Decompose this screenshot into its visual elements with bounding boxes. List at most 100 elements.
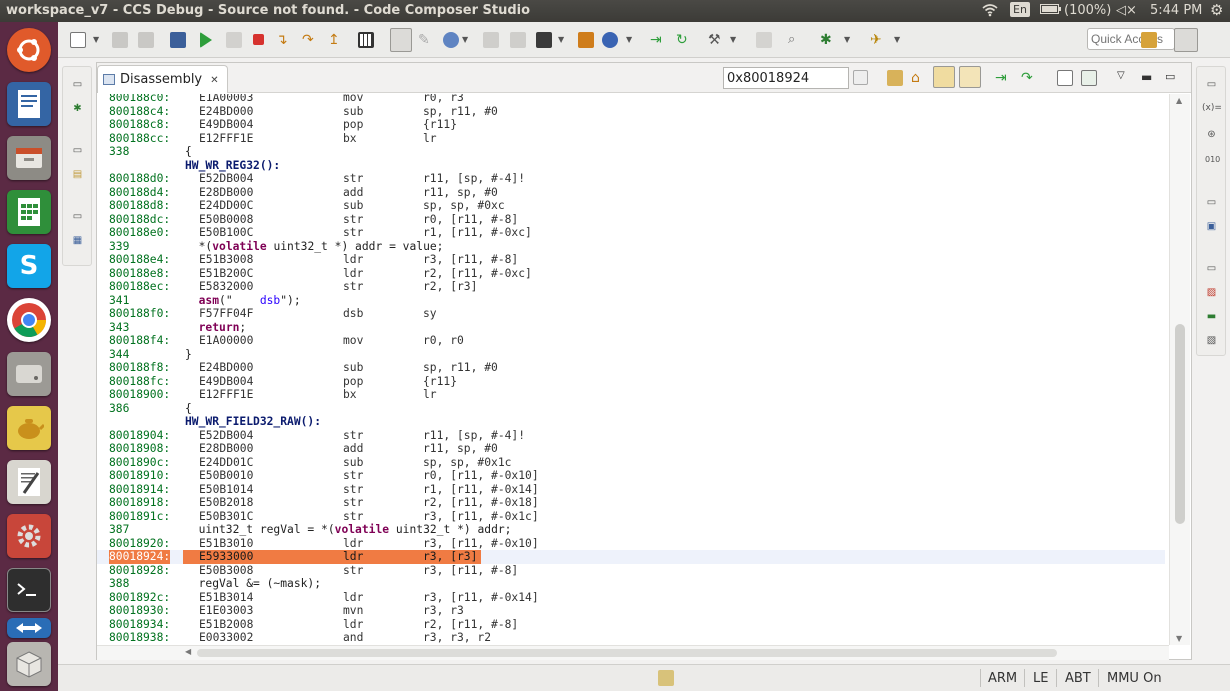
writer-document-icon[interactable] [7, 82, 51, 126]
terminate-icon[interactable] [253, 34, 264, 45]
instruction-row[interactable]: 80018900: E12FFF1E bx lr [97, 388, 1165, 402]
debug-view-icon[interactable] [170, 32, 186, 48]
instruction-row[interactable]: 800188d8: E24DD00C sub sp, sp, #0xc [97, 199, 1165, 213]
disk-drive-icon[interactable] [7, 352, 51, 396]
instruction-row[interactable]: 80018914: E50B1014 str r1, [r11, #-0x14] [97, 483, 1165, 497]
scroll-left-icon[interactable]: ◀ [185, 647, 191, 656]
vertical-scroll-thumb[interactable] [1175, 324, 1185, 524]
instruction-row[interactable]: 800188d0: E52DB004 str r11, [sp, #-4]! [97, 172, 1165, 186]
restore-icon[interactable]: ▭ [71, 211, 84, 224]
project-explorer-icon[interactable]: ▤ [71, 169, 84, 182]
instruction-row[interactable]: 800188c4: E24BD000 sub sp, r11, #0 [97, 105, 1165, 119]
search-icon[interactable]: ⌕ [788, 32, 804, 48]
hammer-dropdown-icon[interactable]: ▼ [730, 35, 736, 44]
volume-muted-icon[interactable]: ◁× [1116, 3, 1137, 18]
source-line-row[interactable]: 339 *(volatile uint32_t *) addr = value; [97, 240, 1165, 254]
horizontal-scrollbar[interactable]: ◀ [97, 645, 1169, 660]
restart-icon[interactable] [510, 32, 526, 48]
run-to-line-icon[interactable]: ⇥ [650, 32, 666, 48]
instruction-row[interactable]: 800188f0: F57FF04F dsb sy [97, 307, 1165, 321]
tab-disassembly[interactable]: Disassembly ✕ [97, 65, 228, 93]
restore-icon[interactable]: ▭ [1205, 197, 1218, 210]
registers-icon[interactable]: 010 [1205, 155, 1220, 168]
debug-view-icon[interactable]: ✱ [71, 103, 84, 116]
instruction-row[interactable]: 800188e0: E50B100C str r1, [r11, #-0xc] [97, 226, 1165, 240]
instruction-row[interactable]: 80018920: E51B3010 ldr r3, [r11, #-0x10] [97, 537, 1165, 551]
save-icon[interactable] [112, 32, 128, 48]
console-icon[interactable]: ▣ [1205, 221, 1218, 234]
expressions-dropdown-icon[interactable]: ▼ [626, 35, 632, 44]
memory-grid-icon[interactable] [358, 32, 374, 48]
text-editor-icon[interactable] [7, 460, 51, 504]
instruction-row[interactable]: 800188cc: E12FFF1E bx lr [97, 132, 1165, 146]
session-gear-icon[interactable]: ⚙ [1210, 1, 1223, 19]
terminal-view-icon[interactable] [756, 32, 772, 48]
instruction-row[interactable]: 800188c0: E1A00003 mov r0, r3 [97, 94, 1165, 105]
step-over-source-icon[interactable]: ↷ [1021, 70, 1037, 86]
instruction-row[interactable]: 80018904: E52DB004 str r11, [sp, #-4]! [97, 429, 1165, 443]
current-instruction-row[interactable]: 80018924: E5933000 ldr r3, [r3] [97, 550, 1165, 564]
source-line-row[interactable]: 338 { [97, 145, 1165, 159]
load-dropdown-icon[interactable]: ▼ [462, 35, 468, 44]
cube-app-icon[interactable] [7, 642, 51, 686]
quick-access-input[interactable] [1087, 28, 1175, 50]
function-label-row[interactable]: HW_WR_FIELD32_RAW(): [97, 415, 1165, 429]
file-manager-icon[interactable] [7, 136, 51, 180]
new-dropdown-icon[interactable]: ▼ [93, 35, 99, 44]
source-line-row[interactable]: 343 return; [97, 321, 1165, 335]
instruction-row[interactable]: 800188dc: E50B0008 str r0, [r11, #-8] [97, 213, 1165, 227]
address-input[interactable] [723, 67, 849, 89]
restore-icon[interactable]: ▭ [1205, 79, 1218, 92]
go-to-address-icon[interactable] [853, 70, 868, 85]
battery-icon[interactable] [1040, 3, 1062, 19]
ubuntu-dash-icon[interactable] [7, 28, 51, 72]
instruction-row[interactable]: 80018930: E1E03003 mvn r3, r3 [97, 604, 1165, 618]
instruction-stepping-icon[interactable] [390, 28, 412, 52]
source-line-row[interactable]: 386 { [97, 402, 1165, 416]
breakpoints-icon[interactable]: ⊛ [1205, 129, 1218, 142]
debug-bug-icon[interactable]: ✱ [820, 32, 836, 48]
view-menu-icon[interactable]: ▽ [1117, 70, 1133, 86]
source-line-row[interactable]: 341 asm(" dsb"); [97, 294, 1165, 308]
connect-icon[interactable]: ✎ [418, 32, 434, 48]
chrome-icon[interactable] [7, 298, 51, 342]
disassembly-listing[interactable]: 800188c0: E1A00003 mov r0, r3 800188c4: E24BD… [97, 94, 1169, 645]
minimize-icon[interactable]: ▬ [1141, 70, 1157, 86]
show-symbols-icon[interactable] [959, 66, 981, 88]
terminal-icon[interactable] [7, 568, 51, 612]
instruction-row[interactable]: 800188c8: E49DB004 pop {r11} [97, 118, 1165, 132]
show-source-icon[interactable] [887, 70, 903, 86]
step-into-icon[interactable]: ↴ [276, 32, 292, 48]
instruction-row[interactable]: 800188f8: E24BD000 sub sp, r11, #0 [97, 361, 1165, 375]
silicon-dropdown-icon[interactable]: ▼ [558, 35, 564, 44]
hammer-icon[interactable]: ⚒ [708, 32, 724, 48]
close-icon[interactable]: ✕ [210, 75, 218, 86]
instruction-row[interactable]: 8001890c: E24DD01C sub sp, sp, #0x1c [97, 456, 1165, 470]
resume-icon[interactable] [200, 32, 212, 48]
expressions-icon[interactable] [602, 32, 618, 48]
instruction-row[interactable]: 80018928: E50B3008 str r3, [r11, #-8] [97, 564, 1165, 578]
ccs-debug-perspective-icon[interactable] [1174, 28, 1198, 52]
variables-icon[interactable]: (x)= [1202, 103, 1222, 116]
scroll-down-icon[interactable]: ▼ [1176, 634, 1182, 643]
debug-dropdown-icon[interactable]: ▼ [844, 35, 850, 44]
instruction-row[interactable]: 800188f4: E1A00000 mov r0, r0 [97, 334, 1165, 348]
wifi-icon[interactable] [982, 3, 998, 21]
instruction-row[interactable]: 80018918: E50B2018 str r2, [r11, #-0x18] [97, 496, 1165, 510]
step-return-icon[interactable]: ↥ [328, 32, 344, 48]
expressions-view-icon[interactable]: ▬ [1205, 311, 1218, 324]
source-line-row[interactable]: 387 uint32_t regVal = *(volatile uint32_… [97, 523, 1165, 537]
teamviewer-icon[interactable] [7, 618, 51, 638]
status-task-icon[interactable] [658, 670, 674, 686]
reset-cpu-icon[interactable] [483, 32, 499, 48]
new-icon[interactable] [70, 32, 86, 48]
teapot-app-icon[interactable] [7, 406, 51, 450]
instruction-row[interactable]: 80018910: E50B0010 str r0, [r11, #-0x10] [97, 469, 1165, 483]
suspend-icon[interactable] [226, 32, 242, 48]
outline-icon[interactable]: ▦ [71, 235, 84, 248]
vertical-scrollbar[interactable]: ▲ ▼ [1169, 94, 1190, 645]
instruction-row[interactable]: 80018938: E0033002 and r3, r3, r2 [97, 631, 1165, 645]
restore-icon[interactable]: ▭ [71, 79, 84, 92]
horizontal-scroll-thumb[interactable] [197, 649, 1057, 657]
external-tools-dropdown-icon[interactable]: ▼ [894, 35, 900, 44]
